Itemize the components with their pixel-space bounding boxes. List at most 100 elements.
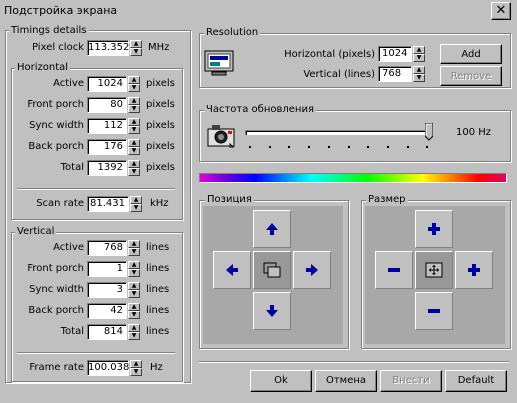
pixel-clock-label: Pixel clock — [32, 42, 84, 53]
size-group-title: Размер — [366, 194, 408, 206]
horizontal-row-spinner[interactable]: ▲ ▼ — [128, 118, 140, 134]
scan-rate-spinner[interactable]: ▲ ▼ — [130, 196, 142, 212]
vertical-row-label: Sync width — [29, 284, 84, 295]
res-horizontal-label: Horizontal (pixels) — [284, 49, 375, 60]
spin-up-icon[interactable]: ▲ — [128, 160, 140, 168]
spin-up-icon[interactable]: ▲ — [130, 40, 142, 48]
close-button[interactable]: ✕ — [491, 2, 511, 20]
spin-up-icon[interactable]: ▲ — [130, 360, 142, 368]
vertical-row-input[interactable]: 42 — [87, 303, 127, 319]
camera-icon — [206, 122, 236, 150]
spin-up-icon[interactable]: ▲ — [128, 76, 140, 84]
res-horizontal-spinner[interactable]: ▲ ▼ — [413, 46, 425, 62]
decrease-width-button[interactable] — [375, 251, 413, 289]
res-vertical-spinner[interactable]: ▲ ▼ — [413, 66, 425, 82]
horizontal-row-unit: pixels — [146, 99, 175, 110]
horizontal-row-unit: pixels — [146, 141, 175, 152]
horizontal-row-spinner[interactable]: ▲ ▼ — [128, 97, 140, 113]
scan-rate-input[interactable]: 81.431 — [87, 196, 129, 212]
vertical-row-spinner[interactable]: ▲ ▼ — [128, 282, 140, 298]
spin-down-icon[interactable]: ▼ — [413, 74, 425, 82]
monitor-icon — [204, 50, 234, 78]
increase-height-button[interactable] — [415, 210, 453, 248]
vertical-row-spinner[interactable]: ▲ ▼ — [128, 261, 140, 277]
default-button[interactable]: Default — [445, 370, 507, 392]
pixel-clock-input[interactable]: 113.352 — [87, 40, 129, 56]
spin-down-icon[interactable]: ▼ — [130, 48, 142, 56]
remove-button[interactable]: Remove — [440, 66, 502, 86]
horizontal-row-spinner[interactable]: ▲ ▼ — [128, 160, 140, 176]
frame-rate-spinner[interactable]: ▲ ▼ — [130, 360, 142, 376]
horizontal-row-unit: pixels — [146, 78, 175, 89]
frame-rate-input[interactable]: 100.038 — [87, 360, 129, 376]
horizontal-row-input[interactable]: 80 — [87, 97, 127, 113]
move-right-button[interactable] — [293, 251, 331, 289]
resize-icon — [425, 262, 443, 278]
vertical-row-input[interactable]: 3 — [87, 282, 127, 298]
spin-down-icon[interactable]: ▼ — [128, 311, 140, 319]
res-horizontal-input[interactable]: 1024 — [378, 46, 412, 62]
spin-up-icon[interactable]: ▲ — [413, 66, 425, 74]
apply-button[interactable]: Внести — [380, 370, 442, 392]
spin-up-icon[interactable]: ▲ — [128, 118, 140, 126]
res-vertical-input[interactable]: 768 — [378, 66, 412, 82]
spin-down-icon[interactable]: ▼ — [413, 54, 425, 62]
ok-button[interactable]: Ok — [250, 370, 312, 392]
spin-up-icon[interactable]: ▲ — [128, 282, 140, 290]
spin-up-icon[interactable]: ▲ — [128, 261, 140, 269]
horizontal-row-input[interactable]: 112 — [87, 118, 127, 134]
horizontal-row-spinner[interactable]: ▲ ▼ — [128, 76, 140, 92]
cancel-button[interactable]: Отмена — [315, 370, 377, 392]
horizontal-row-label: Front porch — [27, 99, 84, 110]
spin-up-icon[interactable]: ▲ — [413, 46, 425, 54]
horizontal-row-input[interactable]: 1392 — [87, 160, 127, 176]
refresh-slider-thumb[interactable] — [424, 122, 434, 141]
spin-down-icon[interactable]: ▼ — [128, 105, 140, 113]
spin-down-icon[interactable]: ▼ — [128, 269, 140, 277]
vertical-row-input[interactable]: 768 — [87, 240, 127, 256]
increase-width-button[interactable] — [455, 251, 493, 289]
position-pad — [203, 206, 343, 344]
reset-size-button[interactable] — [415, 251, 453, 289]
close-icon: ✕ — [495, 3, 507, 18]
spin-up-icon[interactable]: ▲ — [128, 97, 140, 105]
slider-tick — [308, 146, 311, 148]
vertical-row-unit: lines — [146, 326, 170, 337]
resolution-group-title: Resolution — [204, 27, 261, 39]
vertical-row-spinner[interactable]: ▲ ▼ — [128, 240, 140, 256]
spin-down-icon[interactable]: ▼ — [128, 168, 140, 176]
vertical-row-input[interactable]: 814 — [87, 324, 127, 340]
spin-down-icon[interactable]: ▼ — [128, 84, 140, 92]
spin-down-icon[interactable]: ▼ — [128, 332, 140, 340]
vertical-row-spinner[interactable]: ▲ ▼ — [128, 303, 140, 319]
horizontal-row-spinner[interactable]: ▲ ▼ — [128, 139, 140, 155]
move-left-button[interactable] — [213, 251, 251, 289]
refresh-slider-track[interactable] — [245, 130, 430, 135]
vertical-row-spinner[interactable]: ▲ ▼ — [128, 324, 140, 340]
refresh-group-title: Частота обновления — [204, 104, 316, 116]
move-down-button[interactable] — [253, 292, 291, 330]
spin-down-icon[interactable]: ▼ — [130, 204, 142, 212]
slider-tick — [288, 146, 291, 148]
pixel-clock-spinner[interactable]: ▲ ▼ — [130, 40, 142, 56]
spin-up-icon[interactable]: ▲ — [128, 324, 140, 332]
horizontal-row-input[interactable]: 176 — [87, 139, 127, 155]
center-position-button[interactable] — [253, 251, 291, 289]
frame-rate-unit: Hz — [150, 362, 163, 373]
decrease-height-button[interactable] — [415, 292, 453, 330]
spin-up-icon[interactable]: ▲ — [130, 196, 142, 204]
spin-up-icon[interactable]: ▲ — [128, 139, 140, 147]
spin-down-icon[interactable]: ▼ — [128, 126, 140, 134]
spin-up-icon[interactable]: ▲ — [128, 303, 140, 311]
spin-down-icon[interactable]: ▼ — [128, 290, 140, 298]
spin-down-icon[interactable]: ▼ — [128, 147, 140, 155]
move-up-button[interactable] — [253, 210, 291, 248]
color-spectrum-bar — [199, 173, 507, 183]
vertical-row-unit: lines — [146, 263, 170, 274]
vertical-row-input[interactable]: 1 — [87, 261, 127, 277]
add-button[interactable]: Add — [440, 44, 502, 64]
spin-up-icon[interactable]: ▲ — [128, 240, 140, 248]
spin-down-icon[interactable]: ▼ — [130, 368, 142, 376]
spin-down-icon[interactable]: ▼ — [128, 248, 140, 256]
horizontal-row-input[interactable]: 1024 — [87, 76, 127, 92]
